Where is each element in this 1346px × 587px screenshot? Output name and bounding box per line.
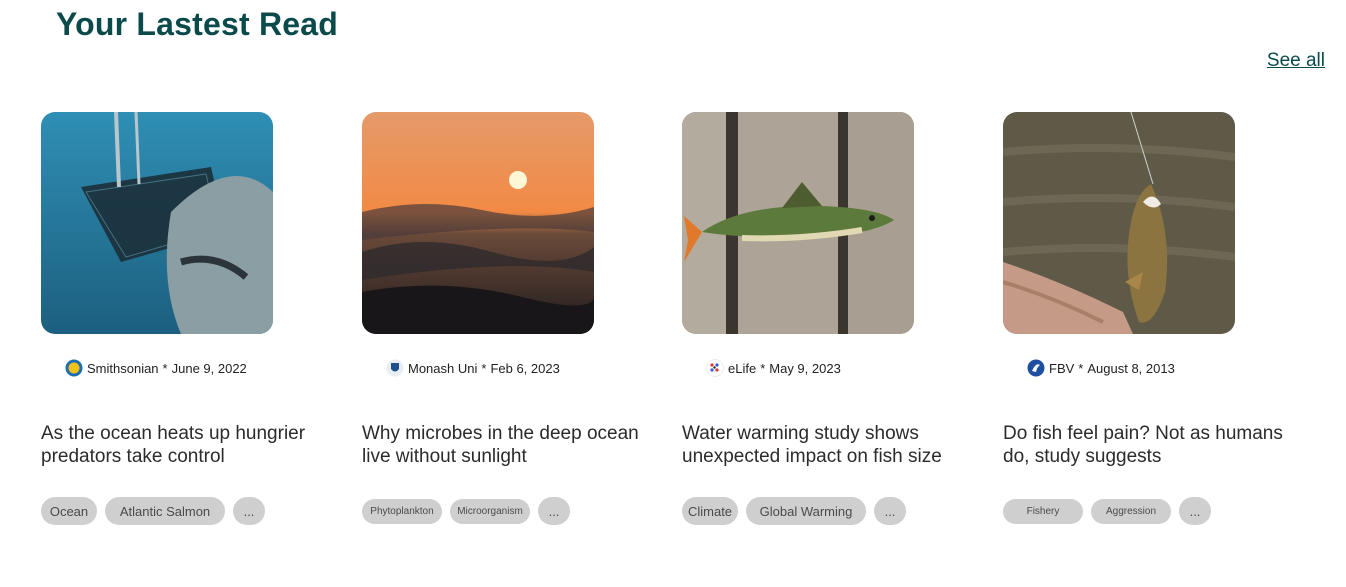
more-tags-button[interactable]: ... [874,497,906,525]
article-thumbnail[interactable] [41,112,273,334]
article-thumbnail[interactable] [1003,112,1235,334]
tag-list: Ocean Atlantic Salmon ... [41,497,273,525]
article-card[interactable]: Smithsonian * June 9, 2022 As the ocean … [41,112,341,525]
article-date: Feb 6, 2023 [490,360,560,376]
tag-chip[interactable]: Ocean [41,497,97,525]
tag-chip[interactable]: Fishery [1003,498,1083,524]
article-meta: FBV * August 8, 2013 [1027,358,1303,378]
article-source[interactable]: eLife [728,361,756,376]
tag-chip[interactable]: Climate [682,497,738,525]
article-card[interactable]: Monash Uni * Feb 6, 2023 Why microbes in… [362,112,662,525]
meta-separator: * [162,360,168,376]
tag-chip[interactable]: Aggression [1091,498,1171,524]
meta-separator: * [1078,360,1084,376]
see-all-link[interactable]: See all [1267,50,1325,72]
meta-separator: * [760,360,766,376]
article-headline[interactable]: Do fish feel pain? Not as humans do, stu… [1003,422,1303,468]
article-card[interactable]: FBV * August 8, 2013 Do fish feel pain? … [1003,112,1303,525]
tag-list: Fishery Aggression ... [1003,497,1219,525]
article-date: May 9, 2023 [769,360,841,376]
more-tags-button[interactable]: ... [538,497,570,525]
fbv-logo-icon [1027,359,1045,377]
article-date: June 9, 2022 [171,360,247,376]
tag-chip[interactable]: Global Warming [746,497,866,525]
article-source[interactable]: FBV [1049,361,1074,376]
meta-separator: * [481,360,487,376]
article-thumbnail[interactable] [362,112,594,334]
article-headline[interactable]: Why microbes in the deep ocean live with… [362,422,662,468]
more-tags-button[interactable]: ... [233,497,265,525]
article-thumbnail[interactable] [682,112,914,334]
article-meta: Smithsonian * June 9, 2022 [65,358,341,378]
sun-logo-icon [65,359,83,377]
tag-chip[interactable]: Phytoplankton [362,498,442,524]
tag-list: Climate Global Warming ... [682,497,914,525]
page-title: Your Lastest Read [56,6,338,42]
article-source[interactable]: Smithsonian [87,361,159,376]
more-tags-button[interactable]: ... [1179,497,1211,525]
article-card[interactable]: eLife * May 9, 2023 Water warming study … [682,112,982,525]
article-date: August 8, 2013 [1087,360,1175,376]
article-meta: Monash Uni * Feb 6, 2023 [386,358,662,378]
tag-chip[interactable]: Atlantic Salmon [105,497,225,525]
article-headline[interactable]: As the ocean heats up hungrier predators… [41,422,341,468]
article-meta: eLife * May 9, 2023 [706,358,982,378]
shield-logo-icon [386,359,404,377]
article-headline[interactable]: Water warming study shows unexpected imp… [682,422,982,468]
dots-logo-icon [706,359,724,377]
tag-chip[interactable]: Microorganism [450,498,530,524]
article-source[interactable]: Monash Uni [408,361,477,376]
tag-list: Phytoplankton Microorganism ... [362,497,578,525]
